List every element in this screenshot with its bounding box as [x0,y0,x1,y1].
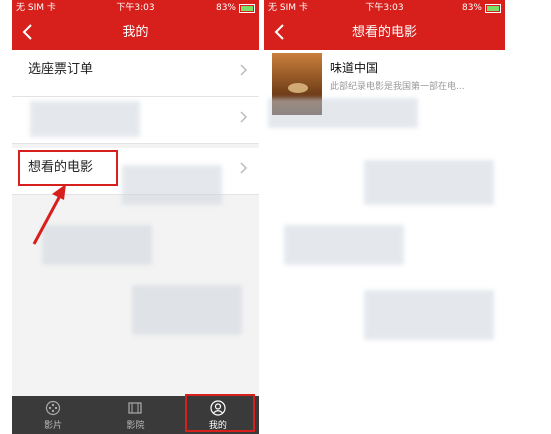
status-bar: 无 SIM 卡 下午3:03 83% [12,0,259,16]
movie-description: 此部纪录电影是我国第一部在电... [330,82,465,92]
status-right: 83% [216,0,255,16]
chevron-right-icon [240,162,248,174]
blurred-region [364,160,494,205]
blurred-region [364,290,494,340]
film-icon [46,400,61,415]
blurred-region [122,165,222,205]
battery-icon [485,3,501,13]
blurred-region [132,285,242,335]
left-phone-screen: 无 SIM 卡 下午3:03 83% 我的 选座票订单 想看的电影 影片 影院 … [12,0,259,434]
tab-label: 影片 [44,420,63,431]
cinema-icon [128,401,143,414]
right-phone-screen: 无 SIM 卡 下午3:03 83% 想看的电影 味道中国 此部纪录电影是我国第… [264,0,505,434]
blurred-region [268,98,418,128]
blurred-region [30,101,140,137]
nav-bar: 想看的电影 [264,16,505,50]
menu-row-ticket-orders[interactable]: 选座票订单 [12,50,259,97]
chevron-right-icon [240,64,248,76]
menu-row-blurred[interactable] [12,97,259,144]
blurred-region [284,225,404,265]
battery-percent: 83% [215,3,236,13]
tab-mine-highlight-box [185,394,255,432]
tab-films[interactable]: 影片 [12,396,94,434]
nav-bar: 我的 [12,16,259,50]
page-title: 我的 [122,25,149,40]
tab-cinemas[interactable]: 影院 [94,396,176,434]
tab-label: 影院 [126,420,145,431]
battery-percent: 83% [461,3,482,13]
status-bar: 无 SIM 卡 下午3:03 83% [264,0,505,16]
page-title: 想看的电影 [351,25,417,40]
pointer-arrow-icon [32,184,66,245]
status-right: 83% [462,0,501,16]
chevron-right-icon [240,111,248,123]
battery-icon [239,3,255,13]
menu-row-label: 选座票订单 [28,62,94,77]
tab-bar: 影片 影院 我的 [12,394,259,434]
movie-title: 味道中国 [330,61,379,75]
